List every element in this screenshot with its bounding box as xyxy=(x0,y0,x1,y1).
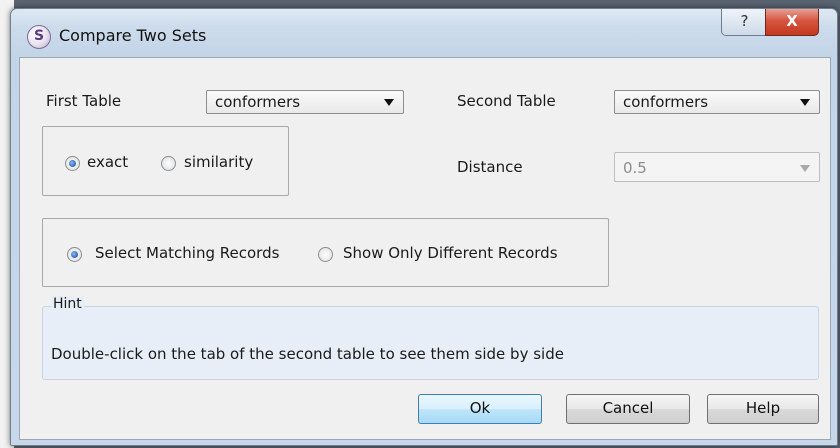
second-table-value: conformers xyxy=(623,93,709,111)
app-logo-icon: S xyxy=(27,25,51,49)
first-table-label: First Table xyxy=(46,92,122,110)
show-different-radio[interactable] xyxy=(318,247,333,262)
close-button[interactable]: X xyxy=(765,9,819,36)
show-different-label[interactable]: Show Only Different Records xyxy=(343,244,558,262)
second-table-dropdown[interactable]: conformers xyxy=(614,90,820,114)
distance-value: 0.5 xyxy=(623,159,647,177)
ok-button[interactable]: Ok xyxy=(418,394,542,424)
distance-label: Distance xyxy=(457,158,523,176)
hint-text: Double-click on the tab of the second ta… xyxy=(51,345,564,363)
chevron-down-icon xyxy=(800,99,810,106)
help-button[interactable]: Help xyxy=(707,394,819,424)
dialog-content: First Table conformers Second Table conf… xyxy=(19,57,831,440)
exact-label[interactable]: exact xyxy=(87,153,128,171)
record-mode-group: Select Matching Records Show Only Differ… xyxy=(42,218,609,287)
hint-box: Hint Double-click on the tab of the seco… xyxy=(42,296,819,380)
similarity-radio[interactable] xyxy=(161,156,176,171)
second-table-label: Second Table xyxy=(457,92,556,110)
first-table-value: conformers xyxy=(215,93,301,111)
select-matching-radio[interactable] xyxy=(67,247,82,262)
dialog-title: Compare Two Sets xyxy=(59,26,207,45)
title-help-button[interactable]: ? xyxy=(721,9,768,36)
match-mode-group: exact similarity xyxy=(42,126,289,196)
title-bar: S Compare Two Sets ? X xyxy=(11,9,837,59)
exact-radio[interactable] xyxy=(65,156,80,171)
compare-two-sets-dialog: S Compare Two Sets ? X First Table confo… xyxy=(10,8,838,446)
similarity-label[interactable]: similarity xyxy=(184,153,253,171)
cancel-button[interactable]: Cancel xyxy=(566,394,690,424)
select-matching-label[interactable]: Select Matching Records xyxy=(95,244,279,262)
chevron-down-icon xyxy=(384,99,394,106)
chevron-down-icon xyxy=(800,165,810,172)
first-table-dropdown[interactable]: conformers xyxy=(206,90,404,114)
distance-field[interactable]: 0.5 xyxy=(614,152,820,182)
hint-title: Hint xyxy=(51,296,84,312)
